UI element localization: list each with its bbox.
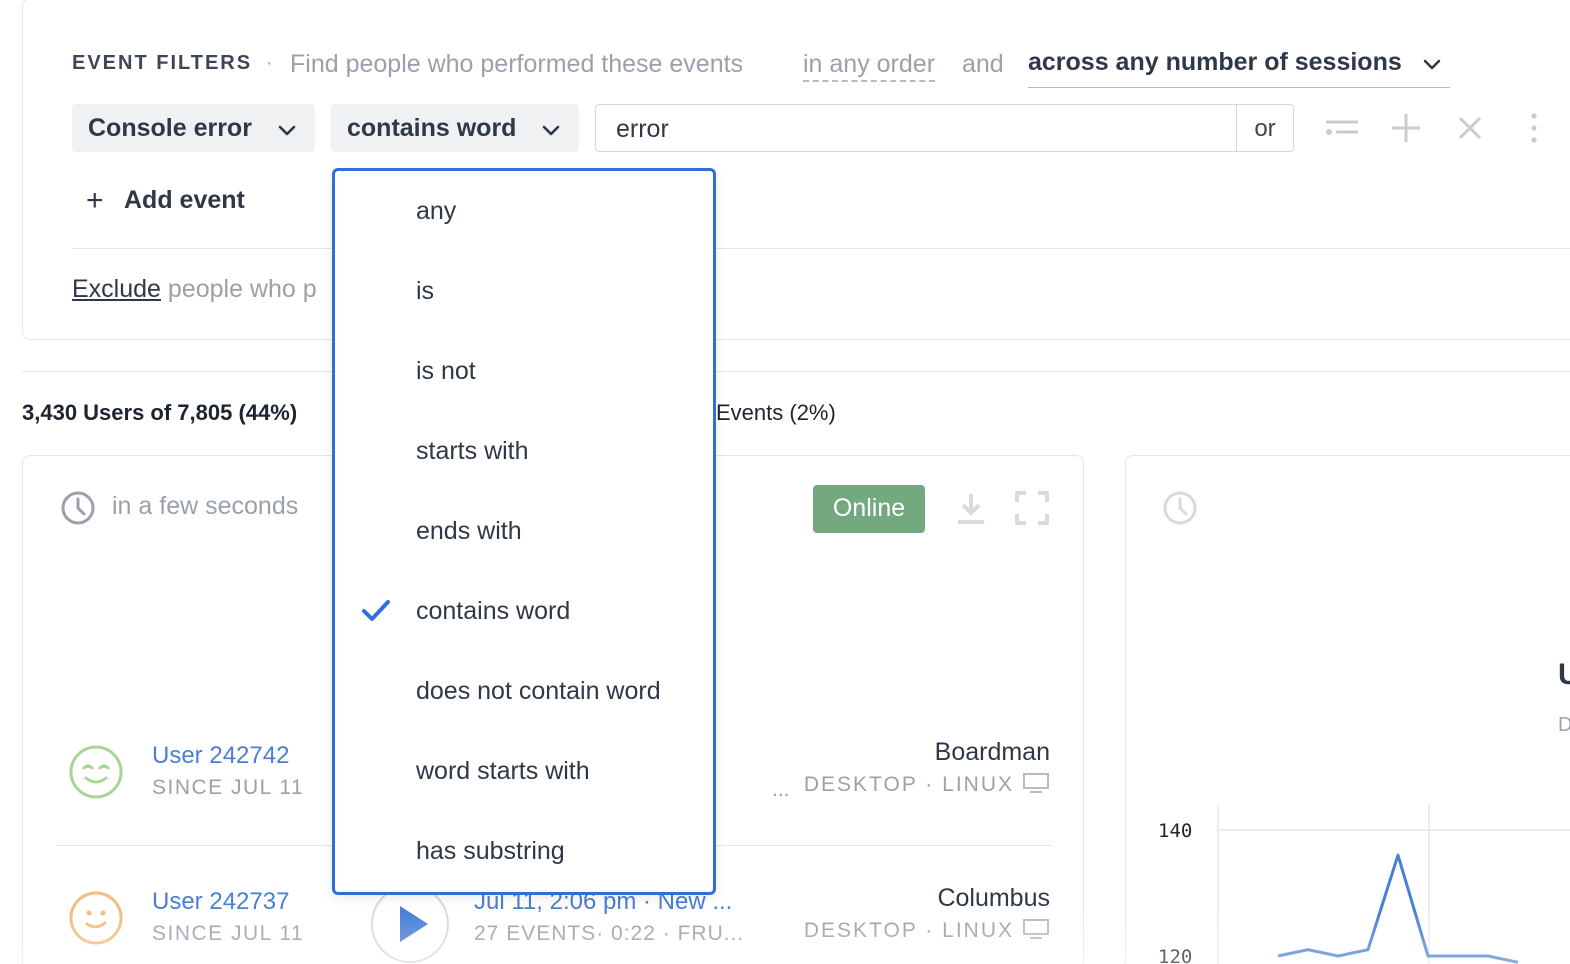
user-since: SINCE JUL 11 (152, 922, 305, 945)
chart-subtitle-fragment: D (1558, 714, 1570, 736)
session-city: Boardman (934, 738, 1050, 766)
user-name-link[interactable]: User 242737 (152, 888, 289, 916)
and-text: and (962, 50, 1004, 78)
operator-label: contains word (347, 114, 517, 142)
operator-option-label: word starts with (416, 757, 590, 785)
add-event-label: Add event (124, 186, 245, 214)
events-count: Events (2%) (716, 400, 836, 425)
or-button[interactable]: or (1236, 104, 1294, 152)
operator-menu: any is is not starts with ends with contains … (332, 168, 716, 895)
user-since: SINCE JUL 11 (152, 776, 305, 799)
event-filters-description: Find people who performed these events (290, 50, 744, 78)
exclude-row: Exclude people who p (72, 275, 337, 304)
user-name-link[interactable]: User 242742 (152, 742, 289, 770)
download-icon[interactable] (954, 490, 988, 526)
operator-option-label: ends with (416, 517, 522, 545)
y-tick-label: 120 (1158, 946, 1192, 964)
chart-title-fragment: U (1558, 658, 1570, 691)
operator-option-label: is (416, 277, 435, 305)
sessions-selector[interactable]: across any number of sessions (1028, 48, 1450, 88)
line-chart: 140 120 (1158, 805, 1570, 964)
event-type-label: Console error (88, 114, 252, 142)
chevron-down-icon (1423, 59, 1441, 70)
order-selector[interactable]: in any order (803, 50, 936, 82)
session-city: Columbus (937, 884, 1050, 912)
operator-option[interactable]: has substring (335, 811, 713, 891)
clock-icon (61, 491, 95, 525)
session-device: DESKTOP · LINUX (804, 772, 1050, 797)
operator-option[interactable]: does not contain word (335, 651, 713, 731)
operator-option[interactable]: contains word (335, 571, 713, 651)
sessions-selector-label: across any number of sessions (1028, 48, 1402, 76)
chevron-down-icon (278, 125, 296, 136)
operator-option[interactable]: any (335, 171, 713, 251)
plus-icon: + (86, 184, 104, 217)
monitor-icon (1023, 919, 1049, 939)
add-event-button[interactable]: + Add event (86, 184, 245, 218)
filter-lines-icon[interactable] (1324, 110, 1360, 146)
operator-option[interactable]: is (335, 251, 713, 331)
event-type-dropdown[interactable]: Console error (72, 104, 315, 152)
session-meta: 27 EVENTS· 0:22 · FRU... (474, 922, 745, 945)
operator-option[interactable]: is not (335, 331, 713, 411)
y-tick-label: 140 (1158, 820, 1192, 842)
operator-option[interactable]: starts with (335, 411, 713, 491)
operator-option-label: starts with (416, 437, 529, 465)
play-icon[interactable] (370, 884, 450, 964)
separator-dot: · (266, 52, 273, 74)
operator-option-label: has substring (416, 837, 565, 865)
expand-icon[interactable] (1014, 490, 1050, 526)
operator-option-label: is not (416, 357, 476, 385)
filter-value-input[interactable]: error (595, 104, 1237, 152)
users-count: 3,430 Users of 7,805 (44%) (22, 400, 298, 425)
smiley-face-icon (69, 891, 123, 945)
operator-option-label: contains word (416, 597, 571, 625)
smiley-face-icon (69, 745, 123, 799)
more-vertical-icon[interactable] (1516, 110, 1552, 146)
operator-option-label: any (416, 197, 457, 225)
divider (22, 371, 1570, 372)
device-label: DESKTOP · LINUX (803, 773, 1014, 796)
close-icon[interactable] (1452, 110, 1488, 146)
exclude-link[interactable]: Exclude (72, 275, 161, 303)
series-line (1277, 853, 1519, 964)
operator-dropdown[interactable]: contains word (331, 104, 579, 152)
event-filters-label: EVENT FILTERS (72, 52, 253, 74)
recency-label: in a few seconds (112, 492, 299, 520)
device-label: DESKTOP · LINUX (803, 919, 1014, 942)
chevron-down-icon (542, 125, 560, 136)
operator-option[interactable]: ends with (335, 491, 713, 571)
operator-option-label: does not contain word (416, 677, 661, 705)
operator-option[interactable]: word starts with (335, 731, 713, 811)
monitor-icon (1023, 773, 1049, 793)
online-badge[interactable]: Online (813, 485, 925, 533)
plus-icon[interactable] (1388, 110, 1424, 146)
clock-icon (1163, 491, 1197, 525)
session-meta: ... (772, 778, 790, 801)
session-device: DESKTOP · LINUX (804, 918, 1050, 943)
check-icon (362, 600, 390, 621)
exclude-description: people who p (167, 275, 317, 303)
divider (72, 248, 1570, 249)
